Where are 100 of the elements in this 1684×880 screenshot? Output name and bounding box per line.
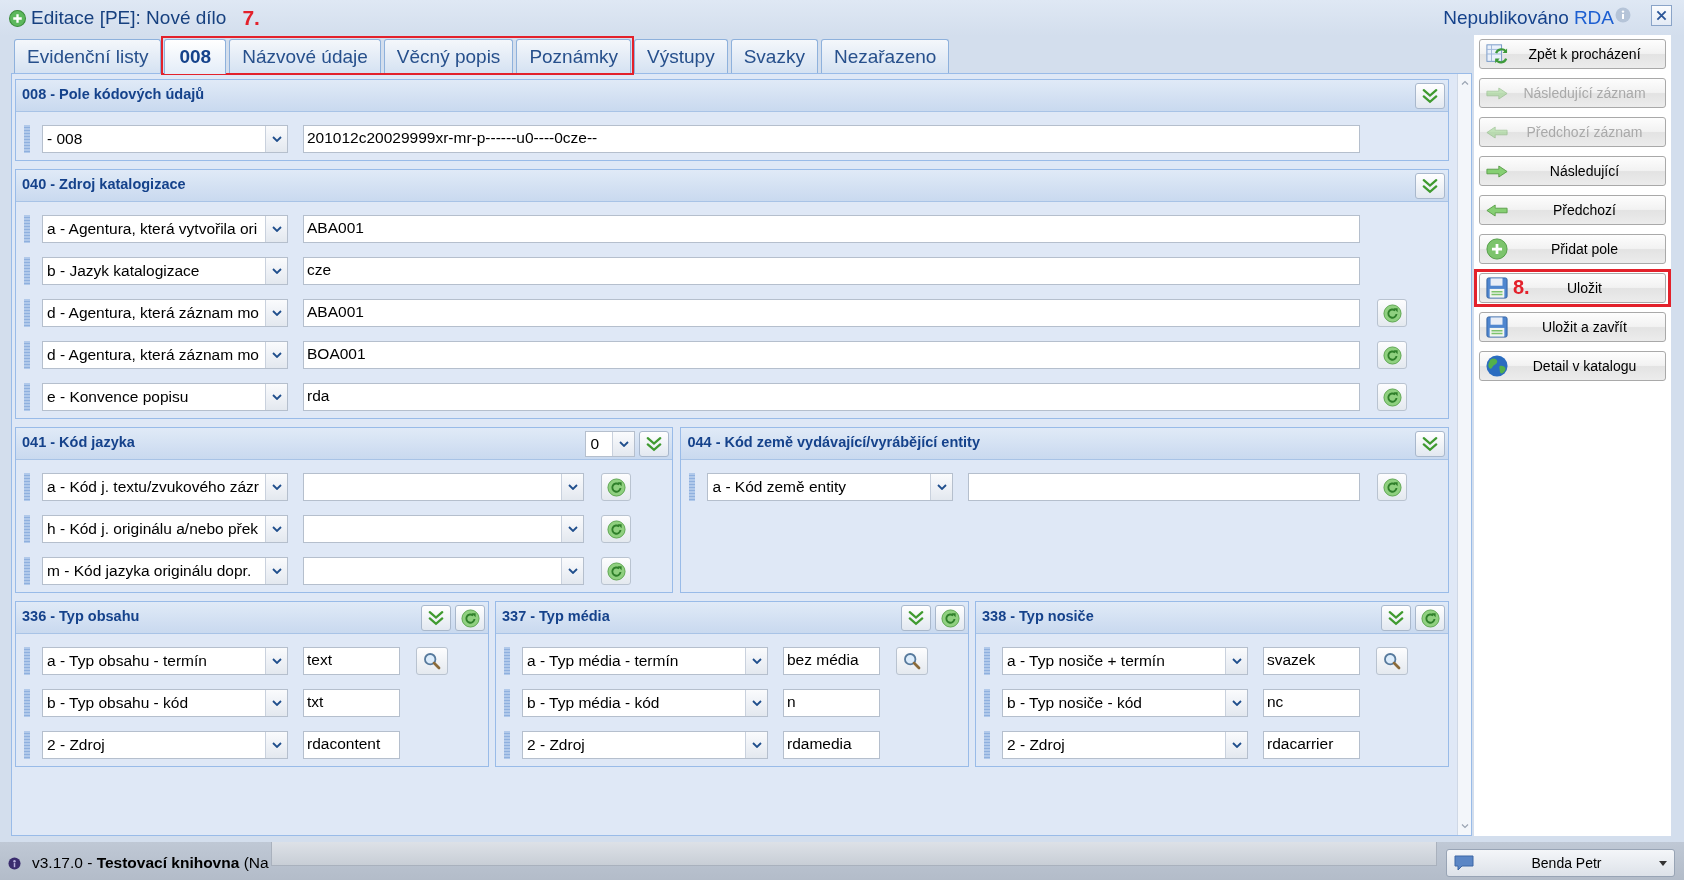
value-field[interactable]: rda — [303, 383, 1360, 411]
refresh-button[interactable] — [1377, 473, 1407, 501]
grip-icon[interactable] — [984, 647, 990, 675]
tab[interactable]: Nezařazeno — [820, 39, 950, 73]
chevron-down-icon — [271, 226, 282, 232]
scroll-down-icon[interactable] — [1460, 824, 1469, 829]
value-select[interactable] — [303, 473, 585, 501]
subfield-select[interactable]: a - Typ obsahu - termín — [42, 647, 288, 675]
search-button[interactable] — [416, 647, 448, 675]
tab[interactable]: Poznámky — [516, 39, 632, 73]
value-field[interactable]: bez média — [783, 647, 880, 675]
chevron-down-icon — [271, 568, 282, 574]
grip-icon[interactable] — [504, 689, 510, 717]
grip-icon[interactable] — [689, 473, 696, 501]
tab[interactable]: Svazky — [730, 39, 818, 73]
value-field[interactable]: 201012c20029999xr-mr-p------u0----0cze-- — [303, 125, 1360, 153]
subfield-select[interactable]: a - Kód země entity — [707, 473, 954, 501]
subfield-select[interactable]: b - Jazyk katalogizace — [42, 257, 288, 285]
grip-icon[interactable] — [24, 689, 30, 717]
value-field[interactable]: rdacontent — [303, 731, 400, 759]
value-select[interactable] — [303, 515, 585, 543]
grip-icon[interactable] — [504, 647, 510, 675]
subfield-select[interactable]: h - Kód j. originálu a/nebo přek — [42, 515, 288, 543]
previous-button[interactable]: Předchozí — [1479, 195, 1666, 225]
refresh-button[interactable] — [1377, 383, 1407, 411]
grip-icon[interactable] — [504, 731, 510, 759]
catalog-detail-button[interactable]: Detail v katalogu — [1479, 351, 1666, 381]
subfield-select[interactable]: 2 - Zdroj — [1002, 731, 1248, 759]
next-button[interactable]: Následující — [1479, 156, 1666, 186]
value-field[interactable]: rdamedia — [783, 731, 880, 759]
search-button[interactable] — [1376, 647, 1408, 675]
subfield-select[interactable]: a - Kód j. textu/zvukového zázr — [42, 473, 288, 501]
refresh-button[interactable] — [455, 605, 485, 631]
refresh-button[interactable] — [601, 557, 632, 585]
grip-icon[interactable] — [24, 383, 30, 411]
grip-icon[interactable] — [24, 515, 30, 543]
scroll-up-icon[interactable] — [1460, 80, 1469, 85]
tab[interactable]: Evidenční listy — [14, 39, 162, 73]
subfield-select[interactable]: e - Konvence popisu — [42, 383, 288, 411]
refresh-button[interactable] — [601, 515, 632, 543]
grip-icon[interactable] — [24, 647, 30, 675]
subfield-select[interactable]: m - Kód jazyka originálu dopr. — [42, 557, 288, 585]
refresh-button[interactable] — [935, 605, 965, 631]
grip-icon[interactable] — [24, 473, 30, 501]
user-button[interactable]: Benda Petr — [1446, 849, 1675, 877]
count-select[interactable]: 0 — [585, 431, 636, 457]
subfield-select[interactable]: - 008 — [42, 125, 288, 153]
value-field[interactable]: rdacarrier — [1263, 731, 1360, 759]
subfield-select[interactable]: d - Agentura, která záznam mo — [42, 299, 288, 327]
save-button[interactable]: Uložit a zavřít — [1479, 312, 1666, 342]
refresh-button[interactable] — [1377, 341, 1407, 369]
scrollbar[interactable] — [1457, 74, 1471, 835]
grip-icon[interactable] — [24, 215, 30, 243]
subfield-select[interactable]: b - Typ nosiče - kód — [1002, 689, 1248, 717]
tab[interactable]: 008 — [164, 39, 227, 74]
info-icon[interactable] — [1615, 7, 1631, 23]
value-field[interactable]: txt — [303, 689, 400, 717]
subfield-select[interactable]: a - Typ média - termín — [522, 647, 768, 675]
grip-icon[interactable] — [24, 125, 30, 153]
subfield-select[interactable]: d - Agentura, která záznam mo — [42, 341, 288, 369]
close-button[interactable] — [1651, 4, 1672, 26]
tab[interactable]: Názvové údaje — [229, 39, 381, 73]
expand-button[interactable] — [1415, 173, 1445, 199]
value-field[interactable] — [968, 473, 1360, 501]
grip-icon[interactable] — [24, 557, 30, 585]
grip-icon[interactable] — [24, 731, 30, 759]
grip-icon[interactable] — [24, 341, 30, 369]
tab[interactable]: Věcný popis — [383, 39, 514, 73]
subfield-select[interactable]: b - Typ obsahu - kód — [42, 689, 288, 717]
subfield-select[interactable]: b - Typ média - kód — [522, 689, 768, 717]
subfield-select[interactable]: a - Agentura, která vytvořila ori — [42, 215, 288, 243]
value-field[interactable]: n — [783, 689, 880, 717]
tab[interactable]: Výstupy — [634, 39, 728, 73]
expand-button[interactable] — [901, 605, 931, 631]
back-to-list-button[interactable]: Zpět k procházení — [1479, 39, 1666, 69]
value-field[interactable]: nc — [1263, 689, 1360, 717]
value-select[interactable] — [303, 557, 585, 585]
expand-button[interactable] — [1381, 605, 1411, 631]
value-field[interactable]: cze — [303, 257, 1360, 285]
refresh-button[interactable] — [601, 473, 632, 501]
value-field[interactable]: text — [303, 647, 400, 675]
value-field[interactable]: ABA001 — [303, 215, 1360, 243]
grip-icon[interactable] — [24, 257, 30, 285]
refresh-button[interactable] — [1415, 605, 1445, 631]
add-field-button[interactable]: Přidat pole — [1479, 234, 1666, 264]
value-field[interactable]: ABA001 — [303, 299, 1360, 327]
grip-icon[interactable] — [984, 689, 990, 717]
grip-icon[interactable] — [24, 299, 30, 327]
expand-button[interactable] — [639, 431, 670, 457]
subfield-select[interactable]: a - Typ nosiče + termín — [1002, 647, 1248, 675]
grip-icon[interactable] — [984, 731, 990, 759]
subfield-select[interactable]: 2 - Zdroj — [42, 731, 288, 759]
refresh-button[interactable] — [1377, 299, 1407, 327]
expand-button[interactable] — [1415, 431, 1445, 457]
value-field[interactable]: BOA001 — [303, 341, 1360, 369]
value-field[interactable]: svazek — [1263, 647, 1360, 675]
expand-button[interactable] — [421, 605, 451, 631]
subfield-select[interactable]: 2 - Zdroj — [522, 731, 768, 759]
search-button[interactable] — [896, 647, 928, 675]
expand-button[interactable] — [1415, 83, 1445, 109]
